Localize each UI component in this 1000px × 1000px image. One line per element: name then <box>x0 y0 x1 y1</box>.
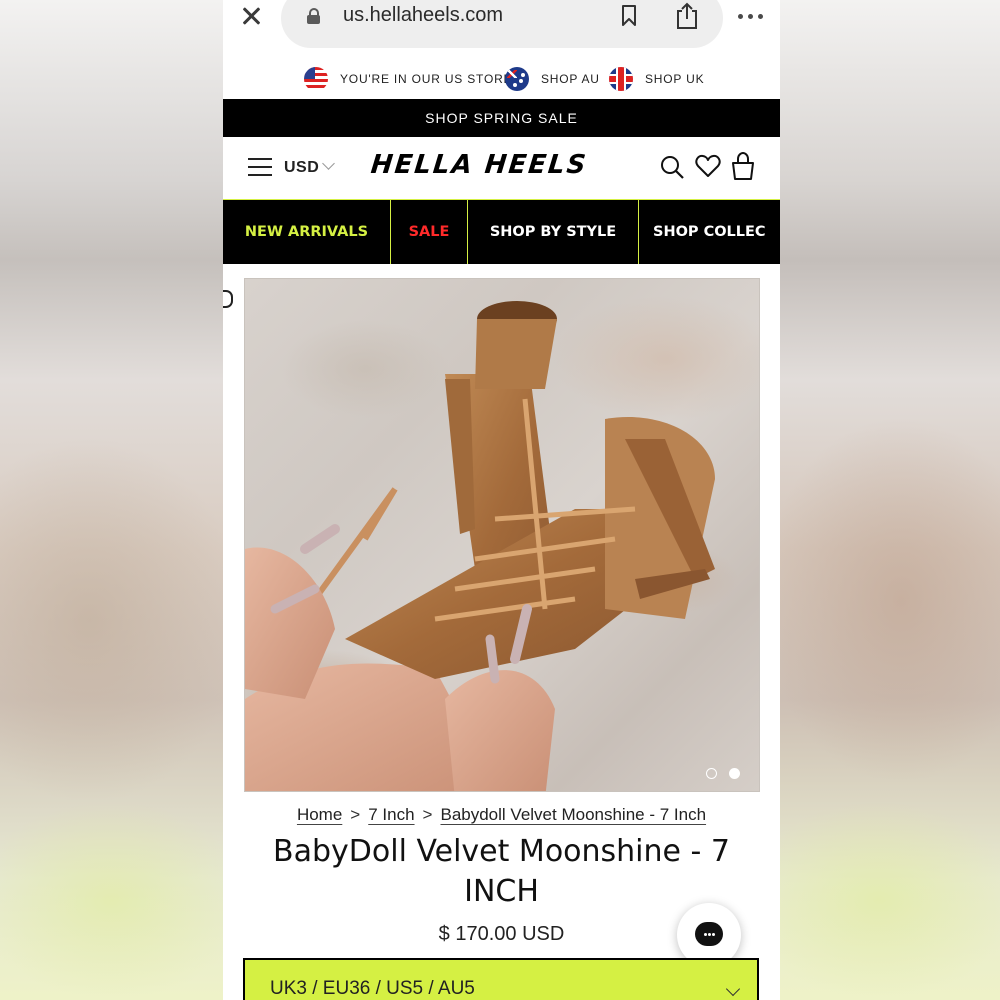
site-logo[interactable]: HELLA HEELS <box>369 150 589 180</box>
lock-icon <box>307 8 320 24</box>
size-select[interactable]: UK3 / EU36 / US5 / AU5 <box>243 958 759 1000</box>
promo-banner[interactable]: SHOP SPRING SALE <box>223 99 780 137</box>
chevron-down-icon <box>725 981 741 997</box>
nav-new-arrivals[interactable]: NEW ARRIVALS <box>223 200 390 264</box>
current-store-label: YOU'RE IN OUR US STORE <box>340 72 513 86</box>
breadcrumb-product[interactable]: Babydoll Velvet Moonshine - 7 Inch <box>440 805 706 824</box>
chevron-down-icon[interactable] <box>322 157 335 170</box>
browser-toolbar: us.hellaheels.com <box>223 0 780 58</box>
product-photo <box>245 301 715 791</box>
breadcrumb-home[interactable]: Home <box>297 805 342 824</box>
heart-icon[interactable] <box>695 154 721 178</box>
site-header: USD HELLA HEELS <box>223 137 780 201</box>
carousel-edge-icon <box>223 290 233 308</box>
carousel-dot[interactable] <box>706 768 717 779</box>
carousel-dot-active[interactable] <box>729 768 740 779</box>
au-flag-icon[interactable] <box>505 67 529 91</box>
main-nav: NEW ARRIVALS SALE SHOP BY STYLE SHOP COL… <box>223 200 780 264</box>
product-title: BabyDoll Velvet Moonshine - 7 INCH <box>273 834 730 909</box>
bag-icon[interactable] <box>731 152 755 180</box>
breadcrumb-category[interactable]: 7 Inch <box>368 805 414 824</box>
size-select-value: UK3 / EU36 / US5 / AU5 <box>270 978 475 999</box>
menu-icon[interactable] <box>248 157 272 177</box>
nav-sale[interactable]: SALE <box>391 200 467 264</box>
search-icon[interactable] <box>660 155 684 179</box>
more-icon[interactable] <box>738 12 764 22</box>
breadcrumb: Home >7 Inch > Babydoll Velvet Moonshine - … <box>223 805 780 825</box>
shop-uk-link[interactable]: SHOP UK <box>645 72 704 86</box>
share-icon[interactable] <box>675 2 699 30</box>
phone-screen: us.hellaheels.com YOU'RE IN OUR US STORE… <box>223 0 780 1000</box>
chat-icon <box>695 922 723 946</box>
store-selector: YOU'RE IN OUR US STORE SHOP AU SHOP UK <box>223 62 780 96</box>
url-text[interactable]: us.hellaheels.com <box>343 4 503 27</box>
bookmark-icon[interactable] <box>621 5 637 27</box>
product-image[interactable] <box>244 278 760 792</box>
shop-au-link[interactable]: SHOP AU <box>541 72 600 86</box>
nav-shop-by-style[interactable]: SHOP BY STYLE <box>468 200 638 264</box>
uk-flag-icon[interactable] <box>609 67 633 91</box>
address-bar[interactable]: us.hellaheels.com <box>281 0 723 48</box>
currency-selector[interactable]: USD <box>284 159 319 177</box>
close-icon[interactable] <box>239 4 265 30</box>
us-flag-icon <box>304 67 328 91</box>
background-left <box>0 0 223 1000</box>
breadcrumb-separator: > <box>350 805 361 824</box>
nav-shop-collections[interactable]: SHOP COLLEC <box>639 200 780 264</box>
breadcrumb-separator: > <box>422 805 433 824</box>
background-right <box>780 0 1000 1000</box>
